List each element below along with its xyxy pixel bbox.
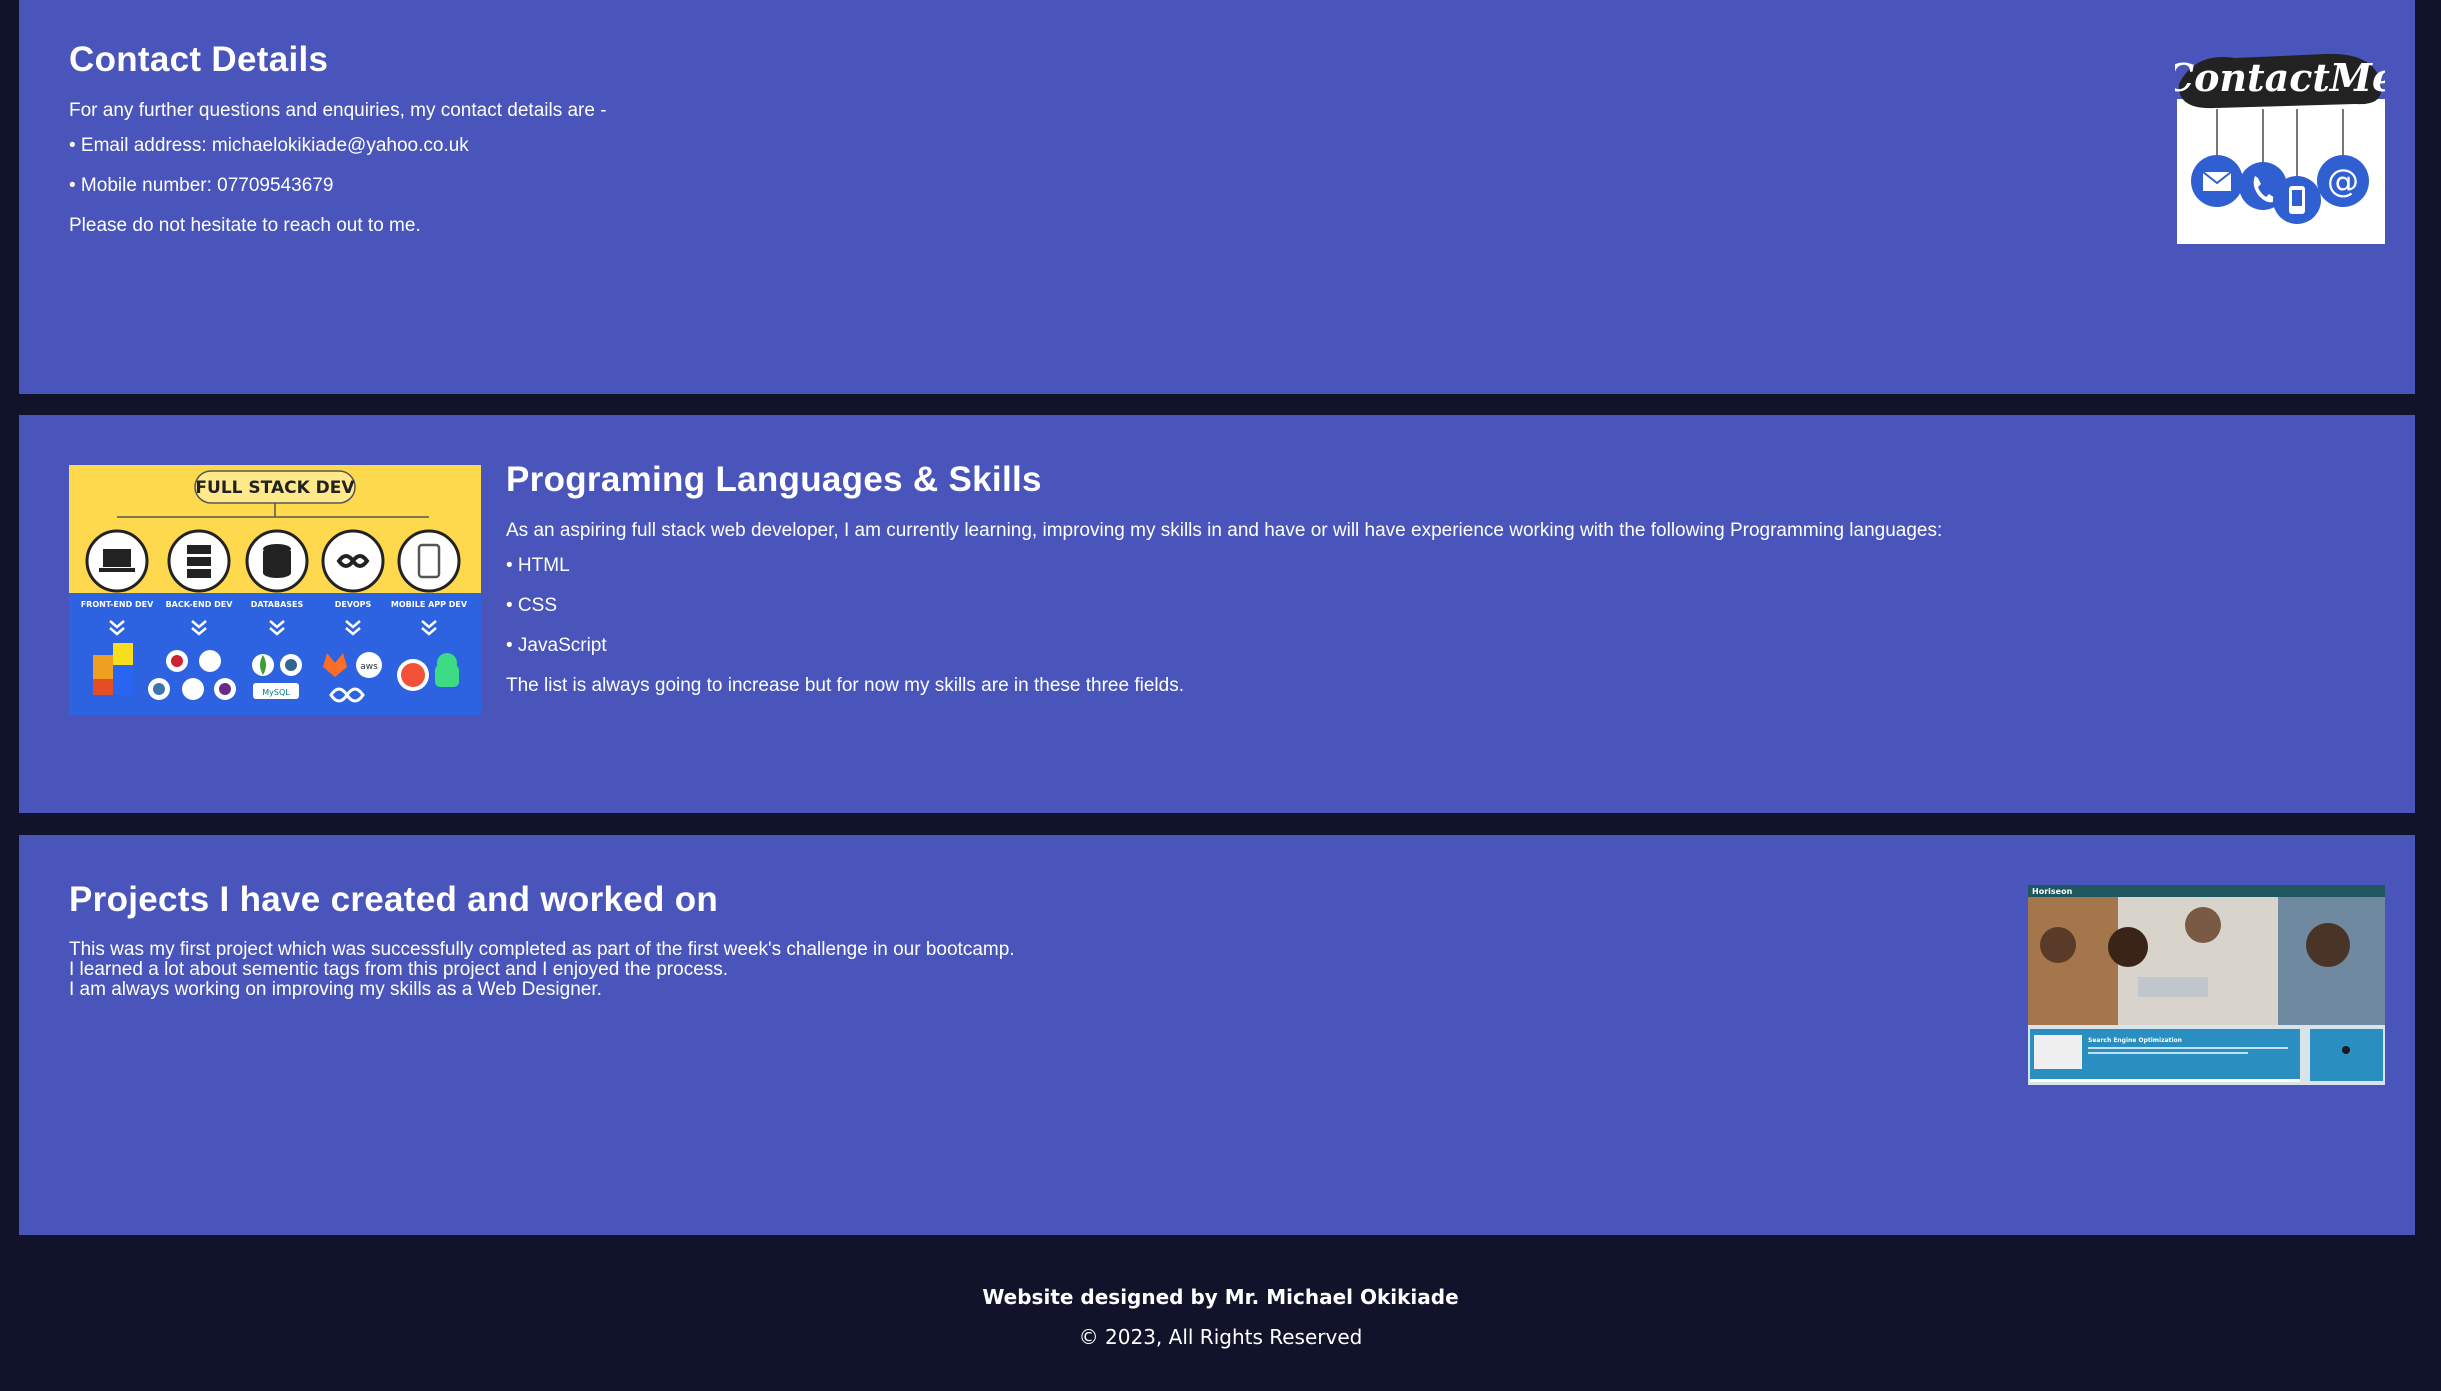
skills-outro: The list is always going to increase but…: [506, 675, 1184, 696]
contact-me-image: ContactMe @: [2175, 53, 2385, 244]
footer-copyright: © 2023, All Rights Reserved: [1078, 1325, 1363, 1349]
svg-text:@: @: [2327, 162, 2359, 200]
projects-section: Projects I have created and worked on Th…: [19, 835, 2415, 1235]
column-label-backend: BACK-END DEV: [166, 600, 234, 609]
svg-text:MySQL: MySQL: [262, 688, 290, 697]
server-icon: [187, 545, 211, 578]
contact-section: Contact Details For any further question…: [19, 0, 2415, 394]
screenshot-section-title: Search Engine Optimization: [2088, 1037, 2182, 1044]
svg-text:aws: aws: [360, 662, 378, 672]
contact-intro: For any further questions and enquiries,…: [69, 100, 607, 121]
contact-outro: Please do not hesitate to reach out to m…: [69, 215, 421, 236]
full-stack-dev-header: FULL STACK DEV: [195, 478, 355, 498]
column-label-devops: DEVOPS: [335, 600, 372, 609]
mobile-phone-icon: [2273, 176, 2321, 224]
project-screenshot-link[interactable]: Horiseon Search Engine Optimization: [2028, 885, 2385, 1085]
site-footer: Website designed by Mr. Michael Okikiade…: [0, 1235, 2441, 1391]
full-stack-dev-image: FULL STACK DEV FRONT-END DEV BACK-END DE…: [69, 465, 481, 715]
database-icon: [263, 544, 291, 578]
column-label-databases: DATABASES: [251, 600, 304, 609]
screenshot-brand: Horiseon: [2032, 887, 2073, 896]
contact-title: Contact Details: [69, 40, 329, 79]
contact-me-logo-text: ContactMe: [2175, 55, 2385, 100]
project-line: I am always working on improving my skil…: [69, 979, 602, 1000]
skill-item-html: • HTML: [506, 555, 570, 576]
projects-title: Projects I have created and worked on: [69, 880, 719, 919]
contact-mobile: • Mobile number: 07709543679: [69, 175, 334, 196]
skills-section: FULL STACK DEV FRONT-END DEV BACK-END DE…: [19, 415, 2415, 813]
skills-title: Programing Languages & Skills: [506, 460, 1042, 499]
footer-credit: Website designed by Mr. Michael Okikiade: [982, 1285, 1459, 1309]
project-line: This was my first project which was succ…: [69, 939, 1015, 960]
projects-description: This was my first project which was succ…: [69, 940, 1269, 1000]
project-line: I learned a lot about sementic tags from…: [69, 959, 729, 980]
column-label-mobile: MOBILE APP DEV: [391, 600, 468, 609]
column-label-frontend: FRONT-END DEV: [81, 600, 154, 609]
envelope-icon: [2191, 155, 2243, 207]
skills-intro: As an aspiring full stack web developer,…: [506, 520, 1943, 541]
skill-item-css: • CSS: [506, 595, 557, 616]
at-sign-icon: @: [2317, 155, 2369, 207]
skill-item-javascript: • JavaScript: [506, 635, 607, 656]
contact-email: • Email address: michaelokikiade@yahoo.c…: [69, 135, 469, 156]
laptop-icon: [99, 549, 135, 572]
